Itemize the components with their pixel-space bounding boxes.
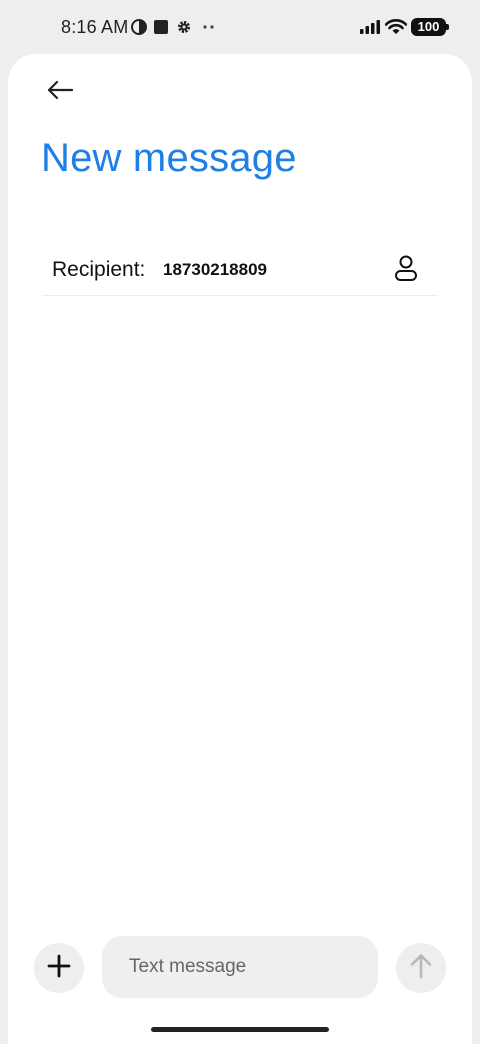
home-indicator xyxy=(151,1027,329,1032)
square-notification-icon xyxy=(153,18,169,41)
recipient-label: Recipient: xyxy=(52,258,146,281)
recipient-row[interactable]: Recipient: 18730218809 xyxy=(42,244,438,296)
battery-level: 100 xyxy=(411,18,446,36)
contact-picker-button[interactable] xyxy=(390,254,422,286)
send-button[interactable] xyxy=(396,943,446,993)
wifi-icon xyxy=(384,18,408,41)
compose-sheet: New message Recipient: 18730218809 xyxy=(8,54,472,1044)
status-time: 8:16 AM xyxy=(61,17,129,37)
page-title: New message xyxy=(41,136,297,180)
recipient-field[interactable]: 18730218809 xyxy=(163,260,267,280)
more-dots-icon xyxy=(202,18,216,41)
plus-icon xyxy=(47,954,71,983)
arrow-left-icon xyxy=(46,80,74,105)
status-bar: 8:16 AM 100 xyxy=(0,0,480,54)
battery-icon: 100 xyxy=(411,18,449,36)
arrow-up-icon xyxy=(409,953,433,984)
attach-button[interactable] xyxy=(34,943,84,993)
signal-icon xyxy=(359,18,381,41)
message-input[interactable] xyxy=(102,936,378,998)
data-saver-icon xyxy=(130,18,148,41)
back-button[interactable] xyxy=(42,78,78,106)
person-icon xyxy=(393,254,419,287)
settings-gear-icon xyxy=(176,18,192,41)
